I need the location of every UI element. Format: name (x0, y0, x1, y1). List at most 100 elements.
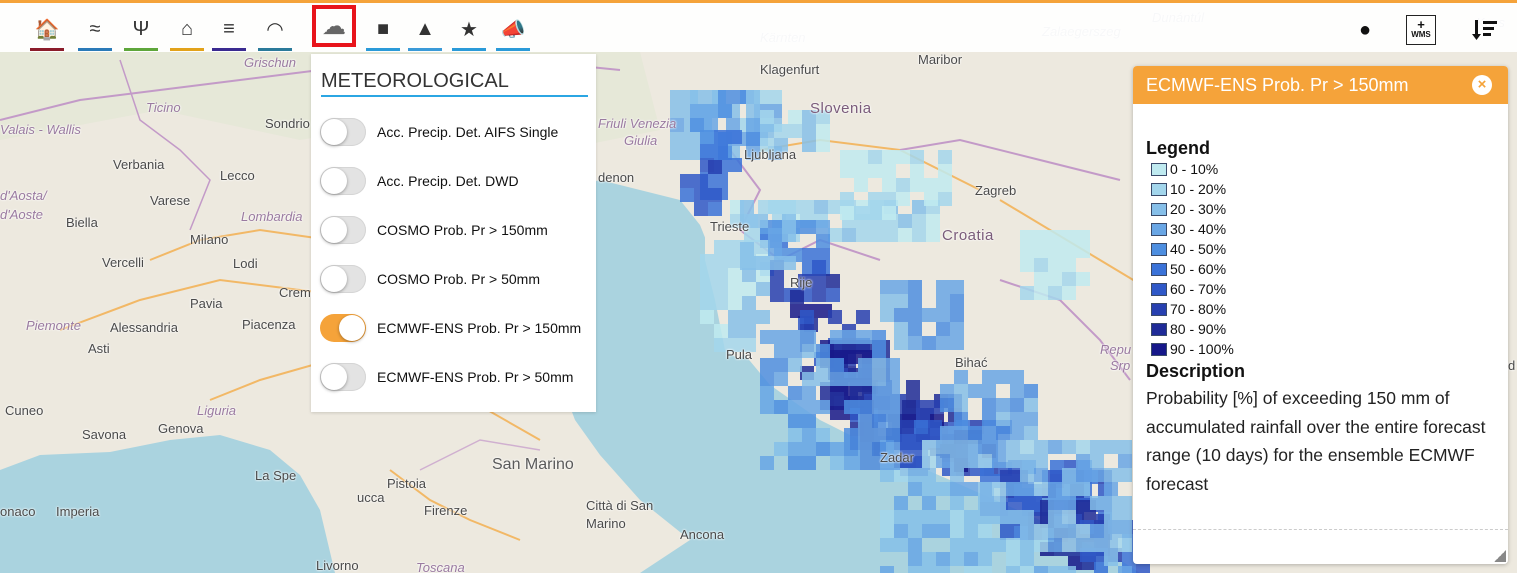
precip-cell (714, 296, 728, 310)
water-level-icon[interactable]: ≡ (212, 9, 246, 51)
precip-cell (854, 164, 868, 178)
precip-cell (1048, 496, 1062, 510)
map-place-label: Ticino (146, 100, 181, 115)
layer-toggle-row[interactable]: Acc. Precip. Det. AIFS Single (320, 117, 558, 147)
precip-cell (1048, 538, 1062, 552)
layer-toggle-switch[interactable] (320, 118, 366, 146)
precip-cell (1062, 272, 1076, 286)
resize-handle[interactable] (1494, 550, 1506, 562)
precip-cell (774, 400, 788, 414)
layer-toggle-switch[interactable] (320, 167, 366, 195)
star-icon[interactable]: ★ (452, 9, 486, 51)
tool-underline (124, 48, 158, 51)
drop-icon[interactable]: ● (1354, 13, 1376, 47)
map-place-label: Biella (66, 215, 98, 230)
precip-cell (870, 228, 884, 242)
gauge-icon[interactable]: ◠ (258, 9, 292, 51)
map-place-label: Toscana (416, 560, 465, 573)
precip-cell (936, 294, 950, 308)
precip-cell (950, 552, 964, 566)
precip-cell (842, 228, 856, 242)
megaphone-icon[interactable]: 📣 (496, 9, 530, 51)
layer-toggle-switch[interactable] (320, 314, 366, 342)
map-place-label: Srp (1110, 358, 1131, 373)
precip-cell (908, 468, 922, 482)
precip-cell (922, 510, 936, 524)
precip-cell (1118, 496, 1132, 510)
precip-cell (726, 118, 740, 132)
precip-cell (908, 552, 922, 566)
layer-toggle-row[interactable]: ECMWF-ENS Prob. Pr > 50mm (320, 362, 573, 392)
rain-cloud-icon[interactable]: ☁ (312, 5, 356, 47)
precip-cell (1090, 468, 1104, 482)
precip-cell (1028, 498, 1042, 512)
precip-cell (894, 322, 908, 336)
layer-toggle-row[interactable]: COSMO Prob. Pr > 150mm (320, 215, 548, 245)
legend-item: 70 - 80% (1146, 299, 1508, 319)
precip-cell (1034, 230, 1048, 244)
precip-cell (882, 192, 896, 206)
precip-cell (954, 412, 968, 426)
precip-cell (1076, 538, 1090, 552)
precip-cell (1010, 370, 1024, 384)
tool-underline (496, 48, 530, 51)
precip-cell (788, 358, 802, 372)
precip-cell (936, 552, 950, 566)
precip-cell (1090, 524, 1104, 538)
layer-toggle-row[interactable]: COSMO Prob. Pr > 50mm (320, 264, 540, 294)
precip-cell (894, 510, 908, 524)
precip-cell (978, 496, 992, 510)
precip-cell (950, 524, 964, 538)
precip-cell (800, 200, 814, 214)
river-basin-icon[interactable]: Ψ (124, 9, 158, 51)
sort-icon[interactable] (1470, 13, 1500, 47)
precip-cell (880, 510, 894, 524)
precip-cell (1024, 426, 1038, 440)
precip-cell (728, 158, 742, 172)
precip-cell (1020, 454, 1034, 468)
precip-cell (954, 398, 968, 412)
precip-cell (714, 172, 728, 186)
precip-cell (802, 442, 816, 456)
precip-cell (768, 242, 782, 256)
precip-cell (1062, 286, 1076, 300)
precip-cell (936, 454, 950, 468)
layer-toggle-switch[interactable] (320, 363, 366, 391)
layer-toggle-row[interactable]: Acc. Precip. Det. DWD (320, 166, 519, 196)
precip-cell (868, 150, 882, 164)
precip-cell (812, 274, 826, 288)
precip-cell (828, 310, 842, 324)
map-place-label: Maribor (918, 52, 963, 67)
station-icon[interactable]: ⌂ (170, 9, 204, 51)
warning-icon[interactable]: ▲ (408, 9, 442, 51)
map-place-label: Asti (88, 341, 110, 356)
precip-cell (714, 130, 728, 144)
close-icon[interactable]: × (1472, 75, 1492, 95)
precip-cell (938, 178, 952, 192)
waves-icon[interactable]: ≈ (78, 9, 112, 51)
video-camera-icon[interactable]: ■ (366, 9, 400, 51)
home-flood-icon[interactable]: 🏠 (30, 9, 64, 51)
precip-cell (700, 296, 714, 310)
add-wms-button[interactable]: + WMS (1406, 13, 1436, 47)
precip-cell (760, 456, 774, 470)
meteorological-menu: METEOROLOGICAL Acc. Precip. Det. AIFS Si… (311, 54, 596, 412)
layer-toggle-switch[interactable] (320, 216, 366, 244)
precip-cell (912, 214, 926, 228)
precip-cell (728, 268, 742, 282)
precip-cell (912, 228, 926, 242)
precip-cell (950, 538, 964, 552)
precip-cell (844, 456, 858, 470)
precip-cell (978, 566, 992, 573)
tool-underline (30, 48, 64, 51)
precip-cell (872, 344, 886, 358)
precip-cell (802, 330, 816, 344)
precip-cell (936, 510, 950, 524)
precip-cell (708, 188, 722, 202)
precip-cell (742, 296, 756, 310)
layer-toggle-switch[interactable] (320, 265, 366, 293)
precip-cell (1118, 524, 1132, 538)
layer-toggle-row[interactable]: ECMWF-ENS Prob. Pr > 150mm (320, 313, 581, 343)
precip-cell (830, 372, 844, 386)
precip-cell (714, 324, 728, 338)
